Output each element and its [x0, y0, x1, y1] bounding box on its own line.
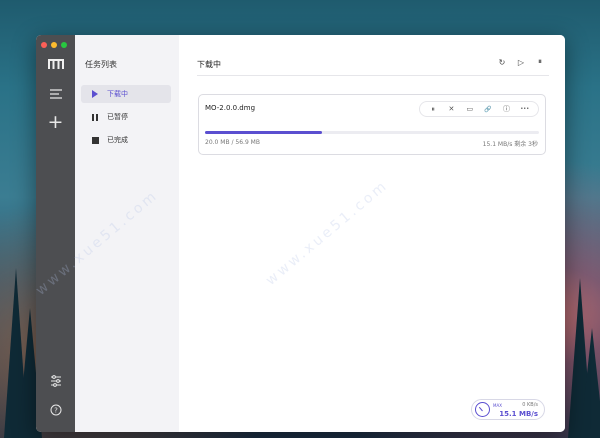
zoom-window-button[interactable]	[61, 42, 67, 48]
folder-icon[interactable]: ▭	[465, 104, 475, 114]
task-speed-remaining: 15.1 MB/s 剩余 3秒	[482, 141, 538, 148]
page-title: 下载中	[197, 60, 221, 69]
task-toolbar: ⏸ ✕ ▭ 🔗 ⓘ •••	[419, 101, 539, 117]
refresh-icon[interactable]: ↻	[497, 57, 507, 67]
task-item-label: 已完成	[107, 136, 128, 144]
link-icon[interactable]: 🔗	[483, 104, 493, 114]
task-list-panel: 任务列表 下载中 已暂停 已完成	[75, 35, 179, 432]
window-controls	[41, 42, 67, 48]
task-item-downloading[interactable]: 下载中	[81, 85, 171, 103]
more-icon[interactable]: •••	[520, 104, 530, 114]
close-window-button[interactable]	[41, 42, 47, 48]
task-item-label: 下载中	[107, 90, 128, 98]
pause-icon[interactable]: ⏸	[428, 104, 438, 114]
upload-speed: 0 KB/s	[522, 402, 538, 408]
download-speed: 15.1 MB/s	[499, 410, 538, 418]
main-toolbar: ↻ ▷ ⏸	[497, 57, 545, 67]
wallpaper-tree	[580, 328, 600, 438]
download-task-card[interactable]: MO-2.0.0.dmg ⏸ ✕ ▭ 🔗 ⓘ ••• 20.0 MB / 56.…	[198, 94, 546, 155]
progress-fill	[205, 131, 322, 134]
speed-max-label: MAX	[493, 403, 502, 408]
menu-icon[interactable]	[36, 87, 75, 101]
app-logo-icon	[36, 57, 75, 71]
close-icon[interactable]: ✕	[446, 104, 456, 114]
task-size: 20.0 MB / 56.9 MB	[205, 139, 260, 146]
svg-text:?: ?	[54, 407, 58, 415]
task-item-paused[interactable]: 已暂停	[81, 108, 171, 126]
header-divider	[197, 75, 549, 76]
nav-rail: + ?	[36, 35, 75, 432]
task-filename: MO-2.0.0.dmg	[205, 104, 256, 112]
settings-sliders-icon[interactable]	[36, 373, 75, 389]
main-content: 下载中 ↻ ▷ ⏸ MO-2.0.0.dmg ⏸ ✕ ▭ 🔗 ⓘ ••• 20.…	[179, 35, 565, 432]
play-icon	[90, 90, 100, 98]
play-icon[interactable]: ▷	[516, 57, 526, 67]
progress-bar	[205, 131, 539, 134]
task-item-label: 已暂停	[107, 113, 128, 121]
task-item-completed[interactable]: 已完成	[81, 131, 171, 149]
stop-square-icon	[90, 136, 100, 144]
info-icon[interactable]: ⓘ	[501, 104, 511, 114]
speedometer[interactable]: MAX 0 KB/s 15.1 MB/s	[471, 399, 545, 420]
pause-all-icon[interactable]: ⏸	[535, 57, 545, 67]
minimize-window-button[interactable]	[51, 42, 57, 48]
task-list-title: 任务列表	[85, 60, 117, 69]
add-task-icon[interactable]: +	[36, 113, 75, 132]
pause-icon	[90, 113, 100, 121]
speedometer-gauge-icon	[475, 402, 490, 417]
help-icon[interactable]: ?	[36, 402, 75, 418]
